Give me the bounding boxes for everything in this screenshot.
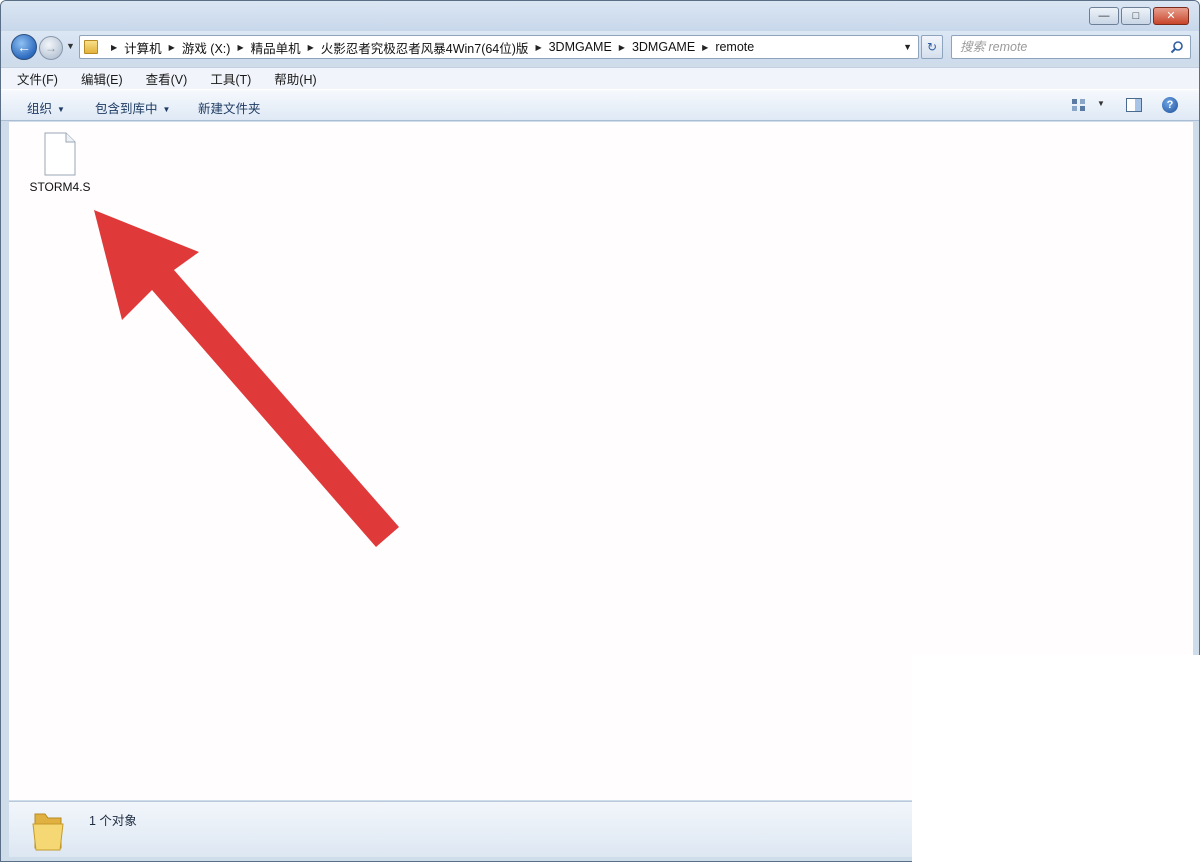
chevron-right-icon[interactable]: ▶ — [237, 43, 243, 52]
menu-tools[interactable]: 工具(T) — [206, 69, 255, 88]
search-icon[interactable] — [1170, 40, 1184, 54]
help-icon[interactable]: ? — [1162, 97, 1178, 113]
folder-icon — [84, 40, 98, 54]
window-controls: — □ ✕ — [1089, 7, 1189, 25]
minimize-button[interactable]: — — [1089, 7, 1119, 25]
maximize-button[interactable]: □ — [1121, 7, 1151, 25]
menu-view[interactable]: 查看(V) — [142, 69, 192, 88]
breadcrumb-folder[interactable]: 火影忍者究极忍者风暴4Win7(64位)版 — [321, 38, 529, 57]
view-options-icon[interactable] — [1071, 97, 1087, 113]
breadcrumb-drive[interactable]: 游戏 (X:) — [182, 38, 231, 57]
breadcrumb-current[interactable]: remote — [715, 40, 754, 54]
back-button[interactable]: ← — [11, 34, 37, 60]
chevron-right-icon[interactable]: ▶ — [308, 43, 314, 52]
chevron-right-icon[interactable]: ▶ — [619, 43, 625, 52]
chevron-right-icon[interactable]: ▶ — [535, 43, 541, 52]
navigation-bar: ← → ▼ ▶ 计算机 ▶ 游戏 (X:) ▶ 精品单机 ▶ 火影忍者究极忍者风… — [1, 31, 1199, 63]
address-history-chevron-down-icon[interactable]: ▼ — [903, 42, 912, 52]
new-folder-button[interactable]: 新建文件夹 — [198, 98, 261, 117]
menu-bar: 文件(F) 编辑(E) 查看(V) 工具(T) 帮助(H) — [1, 67, 1199, 89]
chevron-right-icon[interactable]: ▶ — [169, 43, 175, 52]
breadcrumb-folder[interactable]: 3DMGAME — [549, 40, 612, 54]
refresh-button[interactable]: ↻ — [921, 35, 943, 59]
chevron-right-icon[interactable]: ▶ — [702, 43, 708, 52]
preview-pane-icon[interactable] — [1126, 98, 1142, 112]
menu-edit[interactable]: 编辑(E) — [77, 69, 127, 88]
address-bar[interactable]: ▶ 计算机 ▶ 游戏 (X:) ▶ 精品单机 ▶ 火影忍者究极忍者风暴4Win7… — [79, 35, 919, 59]
title-bar: — □ ✕ — [1, 1, 1199, 33]
folder-icon — [32, 813, 64, 851]
breadcrumb-folder[interactable]: 精品单机 — [251, 38, 301, 57]
include-in-library-button[interactable]: 包含到库中 ▼ — [95, 98, 170, 117]
item-count: 1 个对象 — [89, 814, 137, 828]
chevron-down-icon: ▼ — [57, 105, 65, 114]
view-options-chevron-down-icon[interactable]: ▼ — [1097, 99, 1105, 108]
breadcrumb-computer[interactable]: 计算机 — [124, 38, 162, 57]
chevron-right-icon[interactable]: ▶ — [111, 43, 117, 52]
breadcrumb-folder[interactable]: 3DMGAME — [632, 40, 695, 54]
menu-file[interactable]: 文件(F) — [13, 69, 62, 88]
recent-pages-chevron-down-icon[interactable]: ▼ — [66, 41, 75, 51]
close-button[interactable]: ✕ — [1153, 7, 1189, 25]
menu-help[interactable]: 帮助(H) — [270, 69, 320, 88]
organize-label: 组织 — [27, 102, 53, 116]
command-bar: 组织 ▼ 包含到库中 ▼ 新建文件夹 ▼ ? — [1, 89, 1199, 121]
chevron-down-icon: ▼ — [162, 105, 171, 114]
include-in-library-label: 包含到库中 — [95, 102, 158, 116]
forward-button[interactable]: → — [39, 36, 63, 60]
background-fade — [912, 655, 1200, 862]
organize-button[interactable]: 组织 ▼ — [27, 98, 65, 117]
search-box[interactable] — [951, 35, 1191, 59]
search-input[interactable] — [952, 36, 1152, 58]
